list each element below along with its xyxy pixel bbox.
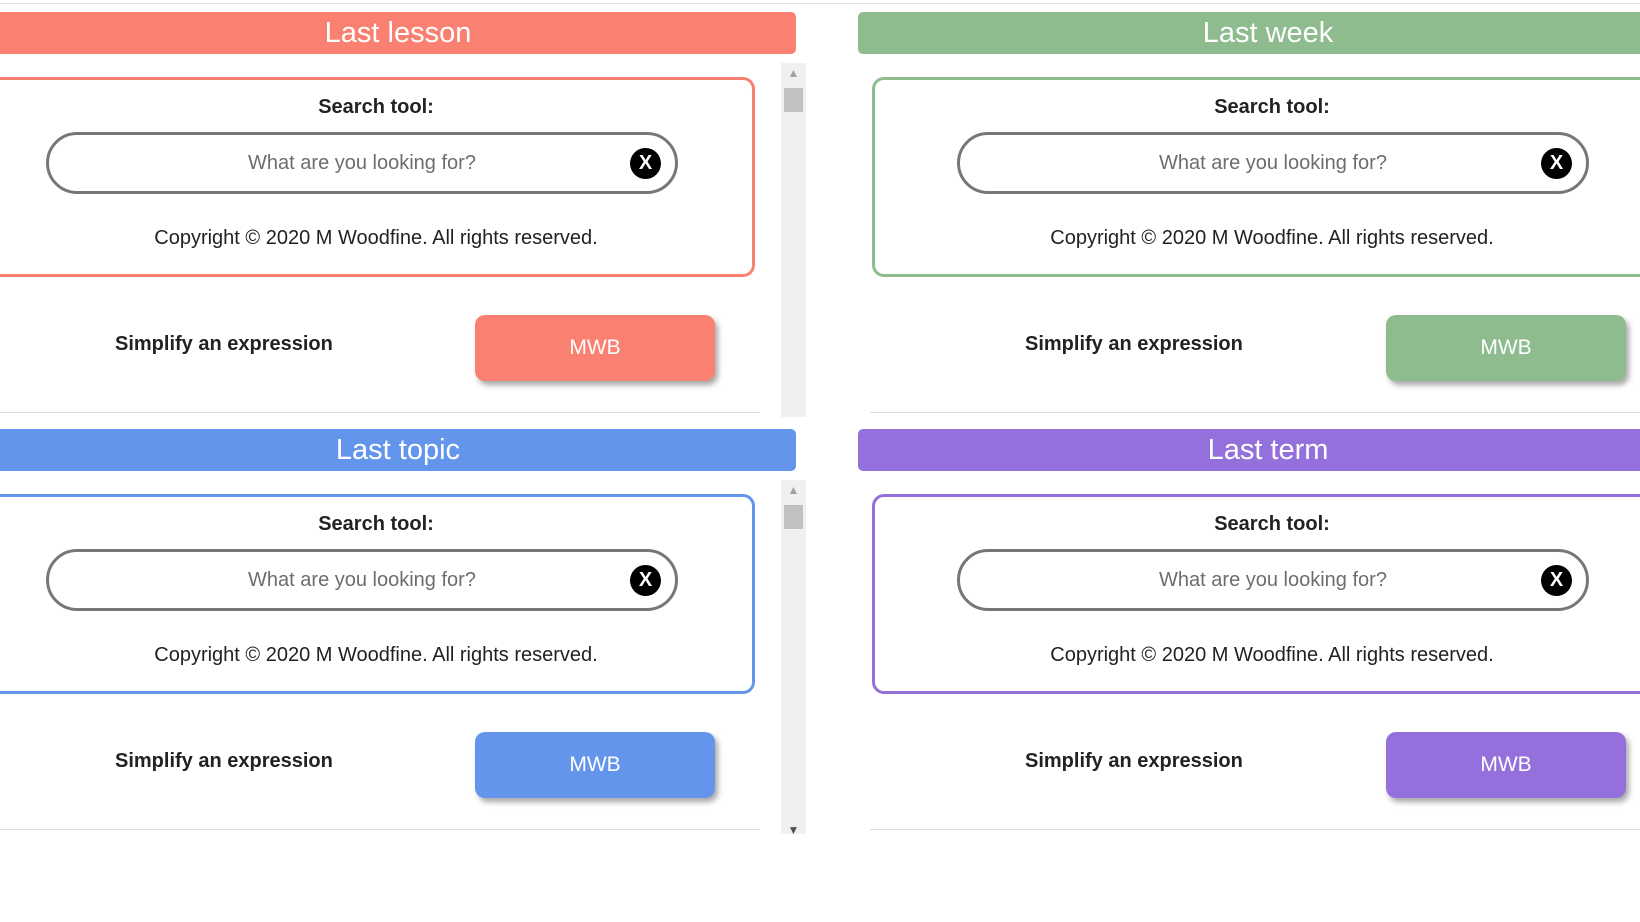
search-placeholder: What are you looking for? — [248, 152, 476, 174]
mwb-button[interactable]: MWB — [1386, 732, 1626, 798]
scrollbar[interactable]: ▲ ▼ — [781, 480, 806, 834]
search-tool-label: Search tool: — [318, 96, 434, 118]
search-tool-label: Search tool: — [1214, 96, 1330, 118]
topic-label: Simplify an expression — [1025, 333, 1243, 355]
row-divider — [870, 412, 1640, 413]
search-card: Search tool: What are you looking for? X… — [0, 494, 755, 694]
search-placeholder: What are you looking for? — [1159, 152, 1387, 174]
search-input[interactable]: What are you looking for? X — [46, 132, 678, 194]
search-input[interactable]: What are you looking for? X — [957, 132, 1589, 194]
section-last-lesson: Last lesson Search tool: What are you lo… — [0, 0, 820, 417]
scroll-down-arrow-icon[interactable]: ▼ — [781, 820, 806, 834]
clear-search-icon[interactable]: X — [1541, 148, 1572, 179]
topic-label: Simplify an expression — [115, 750, 333, 772]
scroll-up-arrow-icon[interactable]: ▲ — [781, 63, 806, 83]
topic-label: Simplify an expression — [1025, 750, 1243, 772]
section-last-week: Last week Search tool: What are you look… — [858, 0, 1640, 417]
topic-label: Simplify an expression — [115, 333, 333, 355]
mwb-button[interactable]: MWB — [475, 732, 715, 798]
mwb-button[interactable]: MWB — [1386, 315, 1626, 381]
copyright-text: Copyright © 2020 M Woodfine. All rights … — [154, 644, 598, 666]
search-card: Search tool: What are you looking for? X… — [0, 77, 755, 277]
clear-search-icon[interactable]: X — [630, 565, 661, 596]
row-divider — [0, 412, 760, 413]
scroll-up-arrow-icon[interactable]: ▲ — [781, 480, 806, 500]
section-header: Last lesson — [0, 12, 796, 54]
search-input[interactable]: What are you looking for? X — [957, 549, 1589, 611]
scroll-thumb[interactable] — [784, 88, 803, 112]
clear-search-icon[interactable]: X — [630, 148, 661, 179]
scroll-thumb[interactable] — [784, 505, 803, 529]
search-placeholder: What are you looking for? — [1159, 569, 1387, 591]
section-panel: Search tool: What are you looking for? X… — [858, 63, 1640, 417]
section-header: Last topic — [0, 429, 796, 471]
search-tool-label: Search tool: — [1214, 513, 1330, 535]
search-card: Search tool: What are you looking for? X… — [872, 494, 1640, 694]
section-panel: Search tool: What are you looking for? X… — [0, 63, 806, 417]
scrollbar[interactable]: ▲ — [781, 63, 806, 417]
copyright-text: Copyright © 2020 M Woodfine. All rights … — [1050, 227, 1494, 249]
section-panel: Search tool: What are you looking for? X… — [858, 480, 1640, 834]
search-tool-label: Search tool: — [318, 513, 434, 535]
search-card: Search tool: What are you looking for? X… — [872, 77, 1640, 277]
search-input[interactable]: What are you looking for? X — [46, 549, 678, 611]
section-header: Last term — [858, 429, 1640, 471]
clear-search-icon[interactable]: X — [1541, 565, 1572, 596]
copyright-text: Copyright © 2020 M Woodfine. All rights … — [154, 227, 598, 249]
row-divider — [0, 829, 760, 830]
row-divider — [870, 829, 1640, 830]
section-last-topic: Last topic Search tool: What are you loo… — [0, 417, 820, 834]
copyright-text: Copyright © 2020 M Woodfine. All rights … — [1050, 644, 1494, 666]
section-header: Last week — [858, 12, 1640, 54]
section-last-term: Last term Search tool: What are you look… — [858, 417, 1640, 834]
mwb-button[interactable]: MWB — [475, 315, 715, 381]
section-panel: Search tool: What are you looking for? X… — [0, 480, 806, 834]
search-placeholder: What are you looking for? — [248, 569, 476, 591]
